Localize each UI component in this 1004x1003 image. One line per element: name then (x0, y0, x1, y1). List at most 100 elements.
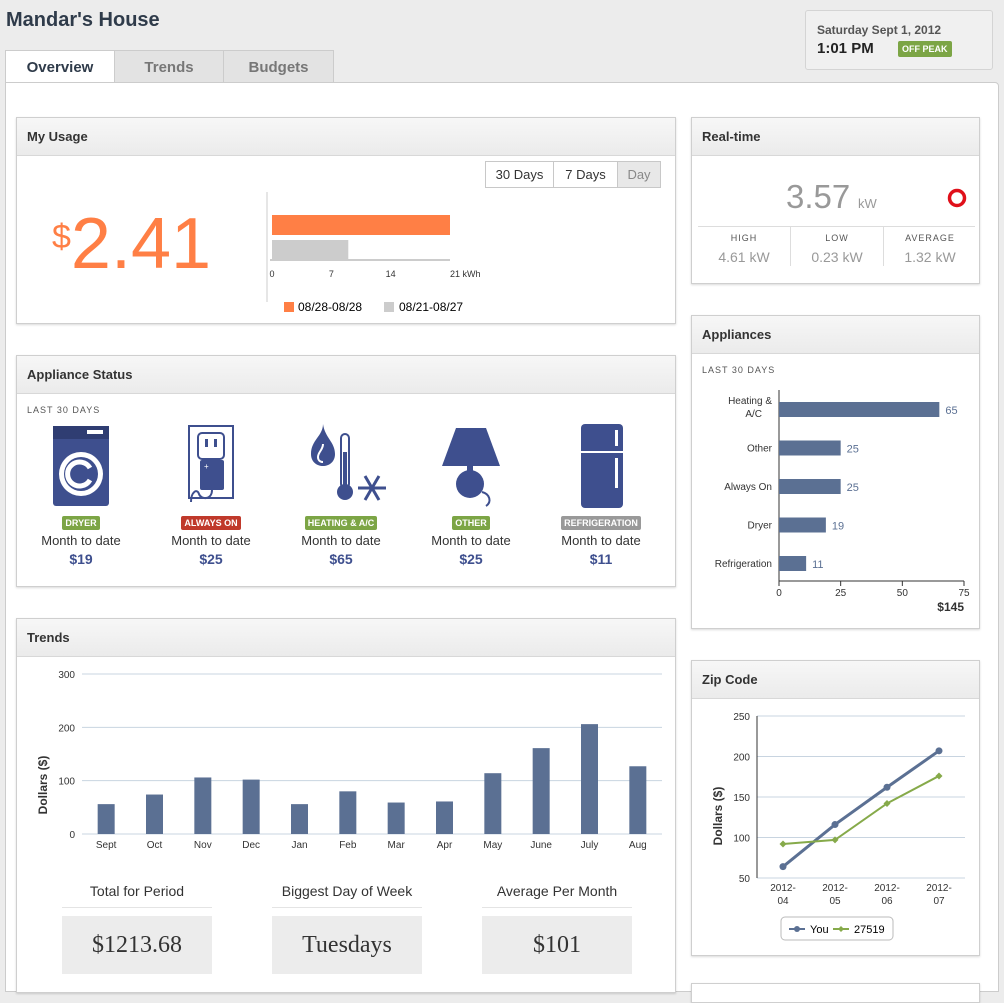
zipcode-series-0-point-1 (831, 821, 839, 829)
biggest-day-label: Biggest Day of Week (272, 883, 422, 908)
realtime-divider (698, 226, 975, 227)
peak-badge: OFF PEAK (898, 41, 952, 57)
usage-bar-1 (272, 240, 349, 260)
biggest-day-value: Tuesdays (272, 916, 422, 974)
zipcode-series-0-point-3 (935, 747, 943, 755)
trends-bar-may[interactable] (484, 773, 502, 834)
range-day-button[interactable]: Day (617, 161, 661, 188)
usage-tick-3: 21 kWh (450, 269, 481, 279)
zipcode-x-tick-0-month: 04 (777, 896, 789, 907)
appliance-other[interactable]: OTHER Month to date $25 (411, 422, 531, 567)
appliance-dryer[interactable]: DRYER Month to date $19 (21, 422, 141, 567)
trends-x-tick-1: Oct (147, 840, 163, 851)
always-on-mtd-label: Month to date (171, 533, 251, 548)
trends-x-tick-8: May (483, 840, 502, 851)
other-badge: OTHER (452, 516, 490, 530)
appliances-title: Appliances (692, 316, 979, 354)
appliance-label-0-b: A/C (745, 409, 762, 420)
date-time-box: Saturday Sept 1, 2012 1:01 PM OFF PEAK (805, 10, 993, 70)
other-mtd-label: Month to date (431, 533, 511, 548)
dryer-badge: DRYER (62, 516, 100, 530)
appliance-value-2: 25 (847, 482, 859, 494)
trends-bar-nov[interactable] (194, 777, 212, 834)
total-for-period-value: $1213.68 (62, 916, 212, 974)
dryer-mtd-label: Month to date (41, 533, 121, 548)
zipcode-y-tick-0: 50 (739, 874, 751, 885)
legend-you-marker (794, 926, 800, 932)
appliance-status-panel: Appliance Status LAST 30 DAYS DRYER Mont… (16, 355, 676, 587)
range-7-days-button[interactable]: 7 Days (553, 161, 618, 188)
zipcode-y-tick-3: 200 (733, 753, 750, 764)
usage-bar-0 (272, 215, 450, 235)
zipcode-x-tick-2-month: 06 (881, 896, 893, 907)
trends-bar-dec[interactable] (242, 779, 260, 834)
tab-trends[interactable]: Trends (114, 50, 224, 83)
trends-panel: Trends Dollars ($) 0 100 200 300 Sept Oct Nov D… (16, 618, 676, 993)
lamp-icon (442, 428, 500, 507)
realtime-panel: Real-time 3.57 kW HIGH 4.61 kW LOW 0.23 kW… (691, 117, 980, 284)
high-value: 4.61 kW (718, 249, 770, 265)
appliances-total: $145 (937, 600, 964, 614)
trends-bar-sept[interactable] (97, 804, 115, 834)
appliance-status-title: Appliance Status (17, 356, 675, 394)
legend-swatch-previous (384, 302, 394, 312)
zipcode-y-axis-label: Dollars ($) (711, 787, 725, 846)
tab-budgets[interactable]: Budgets (223, 50, 334, 83)
biggest-day: Biggest Day of Week Tuesdays (272, 883, 422, 974)
appliance-heating-ac[interactable]: HEATING & A/C Month to date $65 (281, 422, 401, 567)
trends-x-tick-11: Aug (629, 840, 647, 851)
high-label: HIGH (730, 233, 758, 243)
usage-tick-0: 0 (269, 269, 274, 279)
range-30-days-button[interactable]: 30 Days (485, 161, 554, 188)
usage-tick-1: 7 (329, 269, 334, 279)
current-time: 1:01 PM (817, 40, 874, 57)
tab-overview[interactable]: Overview (5, 50, 115, 83)
trends-x-tick-3: Dec (242, 840, 260, 851)
heating-ac-mtd-label: Month to date (301, 533, 381, 548)
refrigeration-badge: REFRIGERATION (561, 516, 641, 530)
zipcode-x-tick-3-month: 07 (933, 896, 945, 907)
low-label: LOW (825, 233, 849, 243)
legend-zip-label: 27519 (854, 924, 885, 936)
zipcode-x-tick-0-year: 2012- (770, 883, 796, 894)
zipcode-x-tick-2-year: 2012- (874, 883, 900, 894)
zipcode-series-0-point-0 (779, 863, 787, 871)
total-for-period-label: Total for Period (62, 883, 212, 908)
zipcode-y-tick-4: 250 (733, 712, 750, 723)
appliance-value-0: 65 (945, 405, 957, 417)
legend-swatch-current (284, 302, 294, 312)
appliance-label-2: Always On (724, 482, 772, 493)
trends-bar-oct[interactable] (146, 794, 163, 834)
appliances-panel: Appliances LAST 30 DAYS 65 Heating & A/C 25… (691, 315, 980, 629)
trends-bar-aug[interactable] (629, 766, 647, 834)
trends-bar-july[interactable] (581, 724, 598, 834)
trends-bar-apr[interactable] (436, 801, 453, 834)
zipcode-series-0-point-2 (883, 783, 891, 791)
zipcode-x-tick-3-year: 2012- (926, 883, 952, 894)
trends-bar-june[interactable] (532, 748, 550, 834)
current-date: Saturday Sept 1, 2012 (817, 23, 942, 37)
trends-x-tick-4: Jan (291, 840, 307, 851)
average-per-month-label: Average Per Month (482, 883, 632, 908)
appliance-refrigeration[interactable]: REFRIGERATION Month to date $11 (541, 422, 661, 567)
trends-bar-jan[interactable] (291, 804, 308, 834)
appliance-bar-0 (779, 402, 940, 417)
fridge-icon (581, 424, 623, 508)
average-value: 1.32 kW (904, 249, 956, 265)
appliance-tick-2: 50 (897, 588, 909, 599)
appliance-label-3: Dryer (748, 521, 773, 532)
trends-bar-mar[interactable] (387, 802, 405, 834)
appliance-value-3: 19 (832, 521, 844, 533)
trends-y-tick-0: 0 (69, 830, 75, 841)
zipcode-y-tick-1: 100 (733, 834, 750, 845)
appliance-label-0-a: Heating & (728, 396, 772, 407)
low-value: 0.23 kW (811, 249, 863, 265)
trends-bar-feb[interactable] (339, 791, 357, 834)
usage-tick-2: 14 (386, 269, 396, 279)
average-label: AVERAGE (905, 233, 955, 243)
trends-title: Trends (17, 619, 675, 657)
zipcode-series-1-point-3 (935, 772, 943, 780)
appliance-bar-1 (779, 440, 841, 456)
trends-y-tick-2: 200 (58, 723, 75, 734)
appliance-always-on[interactable]: + ALWAYS ON Month to date $25 (151, 422, 271, 567)
